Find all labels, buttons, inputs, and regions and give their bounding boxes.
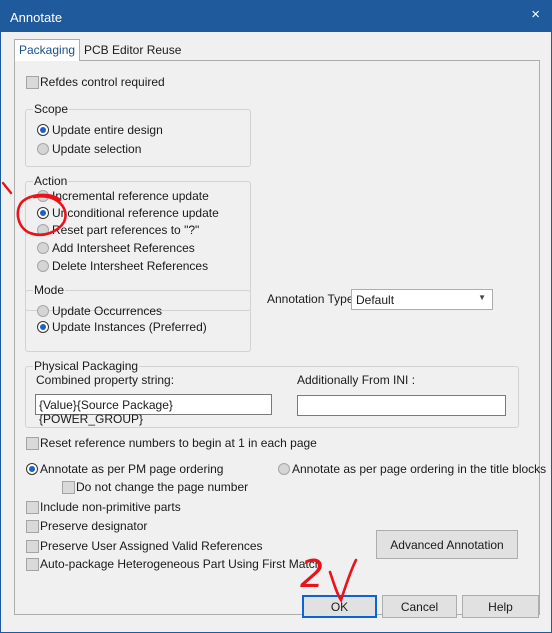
advanced-annotation-button[interactable]: Advanced Annotation bbox=[376, 530, 518, 559]
preserve-user-checkbox[interactable] bbox=[26, 540, 39, 553]
scope-group bbox=[25, 109, 251, 167]
annotate-dialog: Packaging PCB Editor Reuse Refdes contro… bbox=[0, 32, 552, 633]
physical-packaging-label: Physical Packaging bbox=[33, 359, 140, 373]
scope-update-selection-label: Update selection bbox=[52, 142, 142, 156]
preserve-user-label: Preserve User Assigned Valid References bbox=[40, 539, 263, 553]
help-button[interactable]: Help bbox=[462, 595, 539, 618]
no-change-page-checkbox[interactable] bbox=[62, 481, 75, 494]
cancel-button[interactable]: Cancel bbox=[382, 595, 457, 618]
ini-label: Additionally From INI : bbox=[297, 373, 416, 387]
action-unconditional-radio[interactable] bbox=[37, 207, 49, 219]
scope-update-entire-radio[interactable] bbox=[37, 124, 49, 136]
action-group-label: Action bbox=[33, 174, 69, 188]
scope-update-selection-radio[interactable] bbox=[37, 143, 49, 155]
annotate-title-label: Annotate as per page ordering in the tit… bbox=[292, 462, 547, 476]
action-incremental-label: Incremental reference update bbox=[52, 189, 209, 203]
action-add-intersheet-radio[interactable] bbox=[37, 242, 49, 254]
mode-group-label: Mode bbox=[33, 283, 66, 297]
ok-button[interactable]: OK bbox=[302, 595, 377, 618]
window-title: Annotate bbox=[10, 10, 63, 25]
mode-occurrences-radio[interactable] bbox=[37, 305, 49, 317]
annotate-pm-radio[interactable] bbox=[26, 463, 38, 475]
action-unconditional-label: Unconditional reference update bbox=[52, 206, 219, 220]
ini-input[interactable] bbox=[297, 395, 506, 416]
mode-instances-radio[interactable] bbox=[37, 321, 49, 333]
tab-packaging[interactable]: Packaging bbox=[14, 39, 81, 61]
mode-occurrences-label: Update Occurrences bbox=[52, 304, 163, 318]
action-add-intersheet-label: Add Intersheet References bbox=[52, 241, 195, 255]
refdes-control-checkbox[interactable] bbox=[26, 76, 39, 89]
mode-instances-label: Update Instances (Preferred) bbox=[52, 320, 207, 334]
combined-property-input[interactable]: {Value}{Source Package}{POWER_GROUP} bbox=[35, 394, 272, 426]
action-reset-part-label: Reset part references to "?" bbox=[52, 223, 200, 237]
auto-package-label: Auto-package Heterogeneous Part Using Fi… bbox=[40, 557, 322, 571]
reset-numbers-label: Reset reference numbers to begin at 1 in… bbox=[40, 436, 317, 450]
annotate-pm-label: Annotate as per PM page ordering bbox=[40, 462, 224, 476]
annotate-title-radio[interactable] bbox=[278, 463, 290, 475]
chevron-down-icon: ▼ bbox=[478, 293, 486, 302]
annotation-type-select[interactable]: Default ▼ bbox=[351, 289, 493, 310]
action-delete-intersheet-label: Delete Intersheet References bbox=[52, 259, 209, 273]
reset-numbers-checkbox[interactable] bbox=[26, 437, 39, 450]
preserve-designator-label: Preserve designator bbox=[40, 519, 148, 533]
scope-update-entire-label: Update entire design bbox=[52, 123, 163, 137]
action-reset-part-radio[interactable] bbox=[37, 224, 49, 236]
title-bar: Annotate × bbox=[0, 0, 552, 32]
combined-property-label: Combined property string: bbox=[36, 373, 175, 387]
non-primitive-checkbox[interactable] bbox=[26, 501, 39, 514]
annotation-type-value: Default bbox=[356, 293, 395, 307]
tab-pcb-editor-reuse[interactable]: PCB Editor Reuse bbox=[80, 40, 185, 60]
action-delete-intersheet-radio[interactable] bbox=[37, 260, 49, 272]
refdes-control-label: Refdes control required bbox=[40, 75, 165, 89]
close-icon[interactable]: × bbox=[531, 6, 540, 23]
scope-group-label: Scope bbox=[33, 102, 70, 116]
action-incremental-radio[interactable] bbox=[37, 190, 49, 202]
annotation-type-label: Annotation Type bbox=[267, 292, 354, 306]
preserve-designator-checkbox[interactable] bbox=[26, 520, 39, 533]
non-primitive-label: Include non-primitive parts bbox=[40, 500, 181, 514]
no-change-page-label: Do not change the page number bbox=[76, 480, 249, 494]
auto-package-checkbox[interactable] bbox=[26, 558, 39, 571]
